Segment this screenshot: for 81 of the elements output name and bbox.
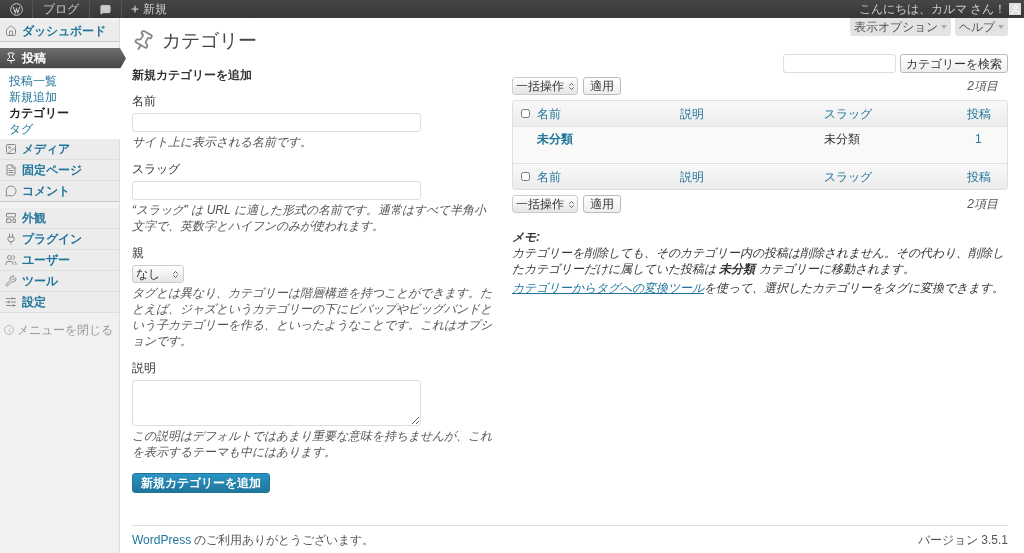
sidebar-item[interactable]: 固定ページ [0, 160, 119, 181]
category-name-link[interactable]: 未分類 [537, 132, 573, 146]
settings-icon [5, 296, 17, 308]
submenu-item[interactable]: 投稿一覧 [9, 74, 57, 88]
post-count-link[interactable]: 1 [975, 132, 982, 146]
greeting-text[interactable]: こんにちは、カルマ さん！ [858, 0, 1006, 18]
wordpress-logo-icon[interactable] [9, 2, 23, 16]
select-all-checkbox[interactable] [520, 172, 530, 181]
table-cell: 未分類 [823, 132, 860, 146]
field-label: 親 [132, 245, 145, 262]
page-icon [5, 164, 17, 176]
field-hint: “スラッグ” は URL に適した形式の名前です。通常はすべて半角小文字で、英数字とハイフンのみが使われます。 [132, 202, 488, 234]
parent-select[interactable]: なし [132, 265, 184, 283]
image-icon [5, 143, 17, 155]
screen-meta-tab[interactable]: ヘルプ [955, 18, 1008, 36]
note-tool-text: カテゴリーからタグへの変換ツールを使って、選択したカテゴリーをタグに変換できます。 [512, 280, 1005, 296]
converter-link[interactable]: カテゴリーからタグへの変換ツール [512, 281, 704, 295]
sidebar-item[interactable]: コメント [0, 181, 119, 202]
sidebar-item[interactable]: 設定 [0, 292, 119, 313]
sidebar-item[interactable]: 投稿 [0, 48, 126, 69]
sidebar-item[interactable]: ユーザー [0, 250, 119, 271]
pin-icon [5, 52, 17, 64]
page-title: カテゴリー [162, 28, 257, 53]
text-field[interactable] [132, 113, 421, 132]
field-hint: サイト上に表示される名前です。 [132, 134, 313, 150]
field-hint: この説明はデフォルトではあまり重要な意味を持ちませんが、これを表示するテーマも中にはあります。 [132, 428, 493, 460]
collapse-menu-button[interactable]: メニューを閉じる [0, 321, 119, 339]
column-header[interactable]: スラッグ [823, 169, 872, 184]
wrench-icon [5, 275, 17, 287]
version-text: バージョン 3.5.1 [917, 531, 1008, 549]
comment-icon[interactable] [100, 3, 111, 15]
search-button[interactable]: カテゴリーを検索 [900, 54, 1008, 73]
plus-icon [130, 4, 140, 14]
search-field[interactable] [783, 54, 896, 73]
sidebar-item[interactable]: ツール [0, 271, 119, 292]
apply-button[interactable]: 適用 [583, 77, 621, 95]
column-header[interactable]: 名前 [537, 169, 561, 184]
add-category-button[interactable]: 新規カテゴリーを追加 [132, 473, 270, 493]
plug-icon [5, 233, 17, 245]
new-content-link[interactable]: 新規 [122, 0, 175, 18]
users-icon [5, 254, 17, 266]
item-count: 2項目 [967, 196, 999, 213]
field-label: スラッグ [132, 161, 181, 178]
layout-icon [5, 212, 17, 224]
sidebar-item[interactable]: ダッシュボード [0, 21, 119, 42]
dropdown-arrows-icon [567, 199, 576, 209]
field-hint: タグとは異なり、カテゴリーは階層構造を持つことができます。たとえば、ジャズというカテゴリーの下にビバップやビッグバンドという子カテゴリーを作る、といったようなことです。これはオプションです。 [132, 285, 493, 349]
field-label: 説明 [132, 360, 157, 377]
apply-button[interactable]: 適用 [583, 195, 621, 213]
avatar-icon [1009, 3, 1021, 15]
speech-bubble-icon [5, 185, 17, 197]
bulk-actions-select[interactable]: 一括操作 [512, 77, 578, 95]
dropdown-arrows-icon [567, 81, 576, 91]
submenu-item[interactable]: カテゴリー [9, 106, 69, 120]
dropdown-triangle-icon [941, 25, 947, 29]
column-header[interactable]: 説明 [680, 169, 705, 184]
column-header[interactable]: 名前 [537, 106, 561, 121]
select-all-checkbox[interactable] [520, 109, 530, 118]
submenu-item[interactable]: 新規追加 [9, 90, 57, 104]
bulk-actions-select[interactable]: 一括操作 [512, 195, 578, 213]
form-heading: 新規カテゴリーを追加 [132, 67, 253, 84]
field-label: 名前 [132, 93, 157, 110]
item-count: 2項目 [967, 78, 999, 95]
home-icon [5, 25, 17, 37]
column-header[interactable]: 説明 [680, 106, 705, 121]
column-header[interactable]: 投稿 [967, 106, 991, 121]
sidebar-item[interactable]: 外観 [0, 208, 119, 229]
screen-meta-tab[interactable]: 表示オプション [850, 18, 951, 36]
dropdown-triangle-icon [998, 25, 1004, 29]
text-field[interactable] [132, 181, 421, 200]
submenu-item[interactable]: タグ [9, 122, 33, 136]
sidebar-item[interactable]: メディア [0, 139, 119, 160]
wordpress-link[interactable]: WordPress [132, 532, 192, 547]
column-header[interactable]: スラッグ [823, 106, 872, 121]
note-text: カテゴリーを削除しても、そのカテゴリー内の投稿は削除されません。その代わり、削除したカテゴリーだけに属していた投稿は 未分類 カテゴリーに移動されます。 [512, 245, 1005, 277]
site-link[interactable]: ブログ [43, 0, 79, 18]
footer-thanks: WordPress のご利用ありがとうございます。 [132, 531, 375, 549]
dropdown-arrows-icon [171, 269, 180, 279]
column-header[interactable]: 投稿 [967, 169, 991, 184]
note-title: メモ: [512, 229, 541, 245]
sidebar-item[interactable]: プラグイン [0, 229, 119, 250]
